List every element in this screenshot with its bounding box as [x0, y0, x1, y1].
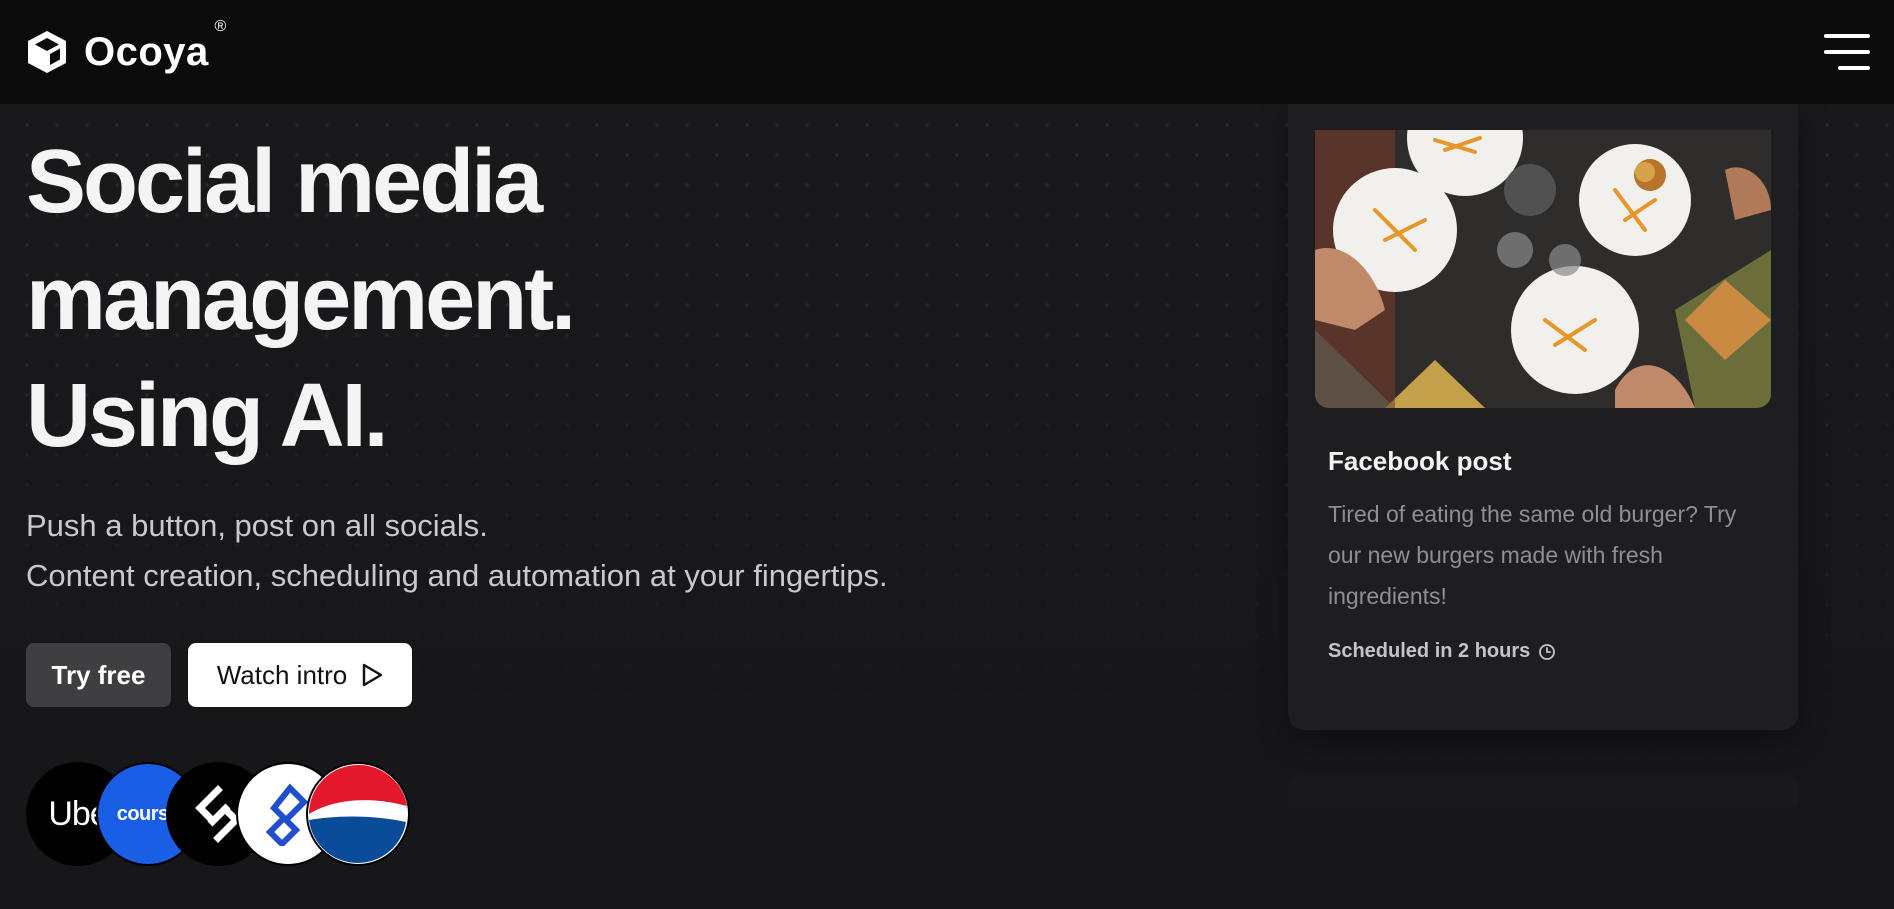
schedule-status-text: Scheduled in 2 hours	[1328, 640, 1531, 662]
post-type-title: Facebook post	[1328, 446, 1512, 476]
menu-line	[1824, 50, 1870, 54]
post-body-text: Tired of eating the same old burger? Try…	[1328, 501, 1737, 609]
headline-line-1: Social media	[26, 132, 543, 232]
hamburger-menu-icon[interactable]	[1824, 34, 1870, 70]
client-logos: Ube course	[26, 762, 416, 868]
schedule-status: Scheduled in 2 hours	[1328, 640, 1556, 663]
brand-name: Ocoya ®	[84, 18, 226, 75]
pepsi-logo	[306, 762, 410, 866]
watch-intro-button[interactable]: Watch intro	[188, 643, 412, 707]
brand-logo[interactable]: Ocoya ®	[24, 18, 226, 76]
pepsi-globe-icon	[309, 764, 407, 864]
registered-mark: ®	[214, 17, 227, 35]
hero-section: Social media management. Using AI. Push …	[26, 124, 1026, 707]
try-free-button[interactable]: Try free	[26, 643, 171, 707]
brand-name-text: Ocoya	[84, 29, 209, 74]
clock-icon	[1539, 643, 1556, 660]
subtitle-line-1: Push a button, post on all socials.	[26, 508, 488, 543]
hero-subtitle: Push a button, post on all socials. Cont…	[26, 501, 1026, 601]
cube-logo-icon	[28, 31, 66, 73]
menu-line	[1824, 34, 1870, 38]
food-photo-image	[1315, 130, 1771, 408]
headline-line-2: management.	[26, 249, 576, 349]
cta-buttons: Try free Watch intro	[26, 643, 1026, 707]
subtitle-line-2: Content creation, scheduling and automat…	[26, 558, 888, 593]
play-icon	[363, 663, 383, 687]
next-card-preview	[1288, 776, 1798, 806]
post-preview-card[interactable]: Facebook post Tired of eating the same o…	[1288, 104, 1798, 730]
watch-intro-label: Watch intro	[216, 659, 348, 690]
food-table-illustration	[1315, 130, 1771, 408]
hero-headline: Social media management. Using AI.	[26, 124, 1026, 475]
headline-line-3: Using AI.	[26, 366, 389, 466]
menu-line	[1838, 66, 1870, 70]
top-navbar: Ocoya ®	[0, 0, 1894, 104]
